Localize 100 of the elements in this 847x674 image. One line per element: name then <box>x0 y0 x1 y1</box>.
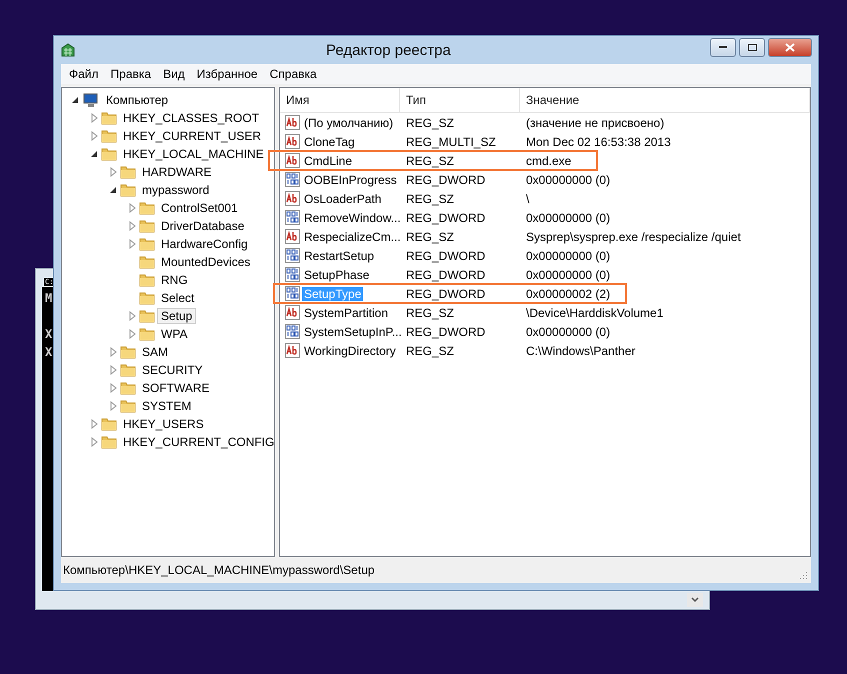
menu-item[interactable]: Файл <box>63 67 105 81</box>
value-data: 0x00000000 (0) <box>525 210 612 224</box>
collapsed-arrow-icon[interactable] <box>108 347 118 357</box>
maximize-button[interactable] <box>739 38 765 56</box>
tree-item[interactable]: WPA <box>157 326 192 342</box>
value-data: 0x00000000 (0) <box>525 324 612 338</box>
value-data: (значение не присвоено) <box>525 116 666 130</box>
string-value-icon <box>285 115 300 130</box>
maximize-icon <box>748 44 756 50</box>
scroll-down-button[interactable] <box>687 593 703 607</box>
expanded-arrow-icon[interactable] <box>89 149 99 159</box>
tree-item[interactable]: SYSTEM <box>138 398 196 414</box>
tree-item[interactable]: HKEY_USERS <box>119 416 208 432</box>
folder-icon <box>139 255 155 269</box>
tree-item[interactable]: mypassword <box>138 182 214 198</box>
collapsed-arrow-icon[interactable] <box>89 419 99 429</box>
computer-icon <box>82 92 100 108</box>
value-name[interactable]: RemoveWindow... <box>302 210 403 224</box>
tree-item[interactable]: SECURITY <box>138 362 207 378</box>
value-name[interactable]: SystemSetupInP... <box>302 324 404 338</box>
string-value-icon <box>285 343 300 358</box>
expanded-arrow-icon[interactable] <box>108 185 118 195</box>
value-data: 0x00000002 (2) <box>525 286 612 300</box>
tree-item[interactable]: HKEY_CURRENT_USER <box>119 128 266 144</box>
value-type: REG_DWORD <box>405 324 486 338</box>
menu-item[interactable]: Вид <box>157 67 191 81</box>
folder-icon <box>139 291 155 305</box>
string-value-icon <box>285 153 300 168</box>
value-data: 0x00000000 (0) <box>525 248 612 262</box>
column-header[interactable]: Значение <box>520 88 810 112</box>
folder-icon <box>120 165 136 179</box>
folder-icon <box>101 435 117 449</box>
column-header[interactable]: Тип <box>400 88 520 112</box>
value-type: REG_SZ <box>405 116 456 130</box>
minimize-icon <box>719 46 727 48</box>
tree-item[interactable]: HardwareConfig <box>157 236 252 252</box>
close-button[interactable] <box>768 38 812 56</box>
value-type: REG_SZ <box>405 306 456 320</box>
expanded-arrow-icon[interactable] <box>70 95 80 105</box>
value-name[interactable]: SystemPartition <box>302 306 390 320</box>
collapsed-arrow-icon[interactable] <box>127 311 137 321</box>
tree-item[interactable]: HARDWARE <box>138 164 216 180</box>
resize-grip-icon[interactable] <box>798 570 808 580</box>
value-type: REG_SZ <box>405 230 456 244</box>
column-header[interactable]: Имя <box>280 88 400 112</box>
binary-value-icon <box>285 286 300 301</box>
tree-item[interactable]: Select <box>157 290 198 306</box>
tree-item[interactable]: ControlSet001 <box>157 200 242 216</box>
value-name[interactable]: (По умолчанию) <box>302 116 396 130</box>
value-name[interactable]: OsLoaderPath <box>302 192 384 206</box>
value-name[interactable]: CloneTag <box>302 134 357 148</box>
collapsed-arrow-icon[interactable] <box>108 365 118 375</box>
value-name[interactable]: WorkingDirectory <box>302 344 398 358</box>
value-data: 0x00000000 (0) <box>525 268 612 282</box>
tree-item[interactable]: DriverDatabase <box>157 218 248 234</box>
value-type: REG_DWORD <box>405 172 486 186</box>
console-text: X <box>45 344 52 361</box>
tree-item[interactable]: SOFTWARE <box>138 380 214 396</box>
value-type: REG_DWORD <box>405 286 486 300</box>
menu-item[interactable]: Правка <box>104 67 158 81</box>
collapsed-arrow-icon[interactable] <box>108 383 118 393</box>
folder-icon <box>101 147 117 161</box>
value-name[interactable]: SetupPhase <box>302 268 372 282</box>
value-name[interactable]: OOBEInProgress <box>302 172 399 186</box>
tree-item[interactable]: MountedDevices <box>157 254 254 270</box>
binary-value-icon <box>285 210 300 225</box>
collapsed-arrow-icon[interactable] <box>108 401 118 411</box>
menu-item[interactable]: Избранное <box>190 67 264 81</box>
value-type: REG_MULTI_SZ <box>405 134 497 148</box>
binary-value-icon <box>285 172 300 187</box>
tree-item[interactable]: Setup <box>157 308 196 324</box>
minimize-button[interactable] <box>710 38 736 56</box>
collapsed-arrow-icon[interactable] <box>127 221 137 231</box>
tree-item[interactable]: Компьютер <box>102 92 172 108</box>
tree-item[interactable]: HKEY_CURRENT_CONFIG <box>119 434 278 450</box>
menu-item[interactable]: Справка <box>264 67 323 81</box>
folder-icon <box>139 219 155 233</box>
value-data: Mon Dec 02 16:53:38 2013 <box>525 134 672 148</box>
folder-icon <box>120 363 136 377</box>
folder-icon <box>120 381 136 395</box>
value-type: REG_DWORD <box>405 210 486 224</box>
tree-item[interactable]: HKEY_CLASSES_ROOT <box>119 110 264 126</box>
value-name[interactable]: CmdLine <box>302 154 354 168</box>
value-data: cmd.exe <box>525 154 572 168</box>
string-value-icon <box>285 134 300 149</box>
tree-item[interactable]: RNG <box>157 272 192 288</box>
collapsed-arrow-icon[interactable] <box>127 203 137 213</box>
collapsed-arrow-icon[interactable] <box>89 131 99 141</box>
value-data: Sysprep\sysprep.exe /respecialize /quiet <box>525 230 742 244</box>
collapsed-arrow-icon[interactable] <box>127 329 137 339</box>
collapsed-arrow-icon[interactable] <box>89 437 99 447</box>
value-data: \Device\HarddiskVolume1 <box>525 306 664 320</box>
value-name[interactable]: RespecializeCm... <box>302 230 403 244</box>
value-name[interactable]: RestartSetup <box>302 248 376 262</box>
tree-item[interactable]: HKEY_LOCAL_MACHINE <box>119 146 268 162</box>
collapsed-arrow-icon[interactable] <box>108 167 118 177</box>
tree-item[interactable]: SAM <box>138 344 172 360</box>
collapsed-arrow-icon[interactable] <box>127 239 137 249</box>
folder-icon <box>101 129 117 143</box>
collapsed-arrow-icon[interactable] <box>89 113 99 123</box>
